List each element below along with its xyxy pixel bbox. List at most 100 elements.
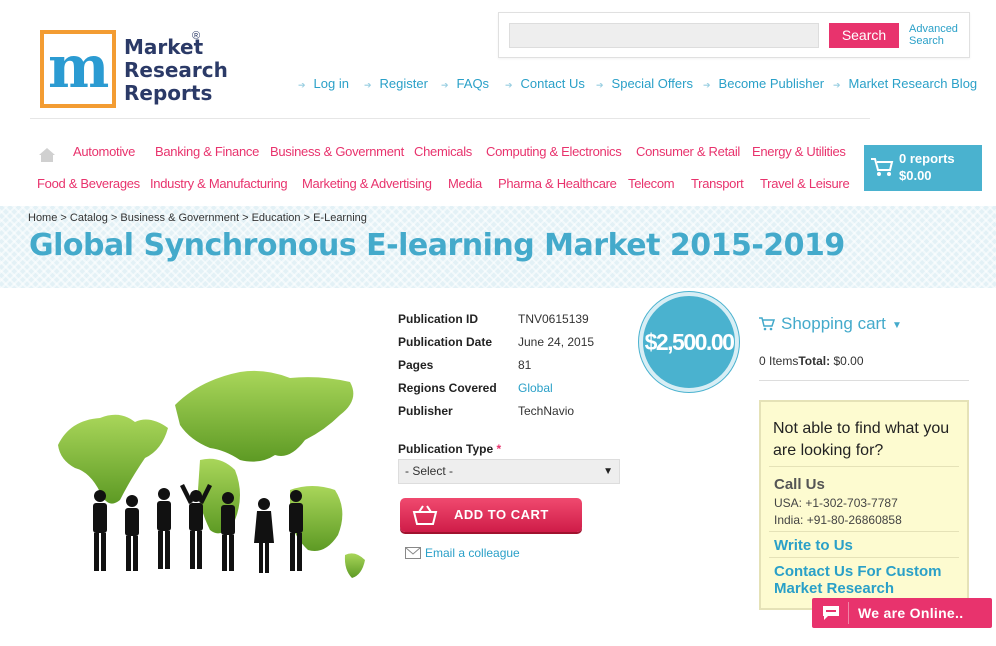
category-media[interactable]: Media	[448, 176, 482, 191]
detail-label: Publication ID	[398, 312, 479, 326]
basket-icon	[412, 505, 438, 525]
page-title: Global Synchronous E-learning Market 201…	[29, 228, 845, 263]
header-divider	[30, 118, 870, 119]
breadcrumb-elearning[interactable]: E-Learning	[313, 212, 367, 224]
faqs-link[interactable]: ➔ FAQs	[441, 76, 489, 91]
publication-type-text: Publication Type	[398, 442, 494, 456]
breadcrumb-sep: >	[60, 212, 67, 224]
register-link[interactable]: ➔ Register	[364, 76, 428, 91]
cart-icon	[871, 158, 894, 176]
category-energy-utilities[interactable]: Energy & Utilities	[752, 144, 846, 159]
detail-value: TechNavio	[518, 404, 575, 418]
contact-us-link[interactable]: ➔ Contact Us	[505, 76, 585, 91]
blog-link[interactable]: ➔ Market Research Blog	[833, 76, 977, 91]
detail-value: TNV0615139	[518, 312, 589, 326]
breadcrumb-catalog[interactable]: Catalog	[70, 212, 108, 224]
breadcrumb-sep: >	[303, 212, 311, 224]
category-industry-manufacturing[interactable]: Industry & Manufacturing	[150, 176, 288, 191]
online-chat-button[interactable]: We are Online..	[812, 598, 992, 628]
shopping-cart-summary: 0 ItemsTotal: $0.00	[759, 354, 864, 368]
breadcrumb-sep: >	[110, 212, 118, 224]
help-divider	[769, 557, 959, 558]
category-computing-electronics[interactable]: Computing & Electronics	[486, 144, 622, 159]
category-automotive[interactable]: Automotive	[73, 144, 135, 159]
category-banking-finance[interactable]: Banking & Finance	[155, 144, 259, 159]
search-input[interactable]	[509, 23, 819, 48]
write-to-us-link[interactable]: Write to Us	[774, 537, 964, 554]
detail-label: Regions Covered	[398, 381, 497, 395]
search-button[interactable]: Search	[829, 23, 899, 48]
category-chemicals[interactable]: Chemicals	[414, 144, 472, 159]
advanced-search-link[interactable]: Advanced Search	[909, 23, 969, 47]
login-label: Log in	[313, 76, 349, 91]
arrow-icon: ➔	[441, 80, 449, 90]
call-us-heading: Call Us	[774, 476, 825, 493]
logo-wordmark: Market Research Reports	[124, 36, 228, 105]
home-icon[interactable]	[38, 147, 56, 163]
faqs-label: FAQs	[456, 76, 490, 91]
breadcrumb: Home > Catalog > Business & Government >…	[28, 212, 367, 224]
arrow-icon: ➔	[596, 80, 604, 90]
online-chat-label: We are Online..	[858, 605, 964, 621]
cart-icon	[759, 317, 775, 331]
cart-total-value: $0.00	[833, 354, 864, 368]
detail-label: Publisher	[398, 404, 453, 418]
envelope-icon	[405, 547, 421, 559]
help-divider	[769, 466, 959, 467]
publication-type-value: - Select -	[405, 464, 454, 478]
add-to-cart-button[interactable]: ADD TO CART	[400, 498, 582, 532]
logo-letter: m	[48, 33, 110, 101]
category-pharma-healthcare[interactable]: Pharma & Healthcare	[498, 176, 617, 191]
category-marketing-advertising[interactable]: Marketing & Advertising	[302, 176, 432, 191]
detail-value: June 24, 2015	[518, 335, 595, 349]
custom-research-link[interactable]: Contact Us For Custom Market Research	[774, 563, 964, 597]
site-logo[interactable]: m Market Research Reports ®	[40, 30, 228, 110]
breadcrumb-home[interactable]: Home	[28, 212, 57, 224]
become-publisher-label: Become Publisher	[718, 76, 825, 91]
cart-total-label: Total:	[798, 354, 831, 368]
category-transport[interactable]: Transport	[691, 176, 744, 191]
registered-mark: ®	[192, 30, 201, 42]
sidebar-divider	[759, 380, 969, 381]
cart-count: 0 reports	[899, 151, 955, 166]
arrow-icon: ➔	[298, 80, 306, 90]
category-consumer-retail[interactable]: Consumer & Retail	[636, 144, 740, 159]
blog-label: Market Research Blog	[848, 76, 978, 91]
help-divider	[769, 531, 959, 532]
breadcrumb-business-government[interactable]: Business & Government	[120, 212, 239, 224]
become-publisher-link[interactable]: ➔ Become Publisher	[703, 76, 824, 91]
category-food-beverages[interactable]: Food & Beverages	[37, 176, 140, 191]
arrow-icon: ➔	[703, 80, 711, 90]
logo-mark: m	[40, 30, 116, 108]
breadcrumb-sep: >	[242, 212, 249, 224]
breadcrumb-education[interactable]: Education	[252, 212, 301, 224]
help-question: Not able to find what you are looking fo…	[773, 420, 950, 459]
detail-value: 81	[518, 358, 532, 372]
publication-type-select[interactable]: - Select - ▼	[398, 459, 620, 484]
arrow-icon: ➔	[364, 80, 372, 90]
help-box: Not able to find what you are looking fo…	[759, 400, 969, 610]
detail-label: Pages	[398, 358, 434, 372]
regions-link[interactable]: Global	[518, 381, 553, 395]
arrow-icon: ➔	[833, 80, 841, 90]
detail-label: Publication Date	[398, 335, 493, 349]
category-telecom[interactable]: Telecom	[628, 176, 675, 191]
required-mark: *	[496, 442, 502, 456]
price-badge: $2,500.00	[639, 292, 739, 392]
arrow-icon: ➔	[505, 80, 513, 90]
special-offers-link[interactable]: ➔ Special Offers	[596, 76, 693, 91]
shopping-cart-title: Shopping cart	[781, 314, 886, 333]
login-link[interactable]: ➔ Log in	[298, 76, 349, 91]
publication-type-label: Publication Type *	[398, 442, 501, 456]
category-business-government[interactable]: Business & Government	[270, 144, 404, 159]
logo-line-1: Market	[124, 35, 204, 59]
header-cart-button[interactable]: 0 reports $0.00	[864, 145, 982, 191]
cart-total: $0.00	[899, 168, 932, 183]
email-colleague-label: Email a colleague	[425, 546, 520, 560]
usa-phone: USA: +1-302-703-7787	[774, 496, 898, 510]
category-travel-leisure[interactable]: Travel & Leisure	[760, 176, 850, 191]
special-offers-label: Special Offers	[611, 76, 693, 91]
add-to-cart-label: ADD TO CART	[454, 507, 549, 522]
india-phone: India: +91-80-26860858	[774, 513, 902, 527]
chevron-down-icon[interactable]: ▼	[892, 320, 902, 331]
